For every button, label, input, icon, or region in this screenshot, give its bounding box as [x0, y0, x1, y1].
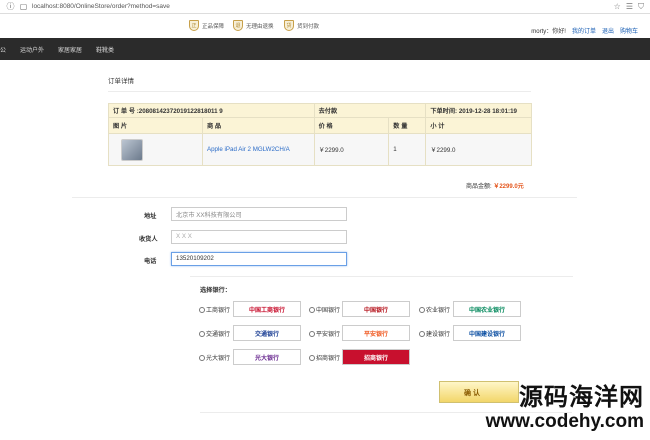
bank-section-title: 选择银行： — [200, 287, 231, 294]
bank-logo-ceb[interactable]: 光大银行 — [233, 349, 301, 365]
product-link[interactable]: Apple iPad Air 2 MGLW2CH/A — [207, 146, 290, 153]
amount-summary: 商品金额: ￥2299.0元 — [466, 181, 524, 190]
user-greeting: morty：你好! — [531, 29, 566, 35]
bank-logo-abc[interactable]: 中国农业银行 — [453, 301, 521, 317]
category-nav: 公 运动户外 家居家居 鞋靴类 — [0, 38, 650, 60]
item-qty: 1 — [388, 133, 427, 166]
page-icon: ▢ — [19, 2, 28, 11]
divider — [108, 91, 531, 92]
user-links: morty：你好! 我的订单 退出 购物车 — [531, 26, 638, 35]
reader-icon[interactable]: ☰ — [626, 2, 633, 11]
radio-button[interactable] — [309, 354, 315, 361]
logout-link[interactable]: 退出 — [602, 26, 614, 35]
bank-logo-boc[interactable]: 中国银行 — [342, 301, 410, 317]
order-number: 订 单 号 :20808142372019122818011 9 — [108, 103, 315, 118]
divider — [72, 197, 577, 198]
col-qty: 数 量 — [388, 117, 427, 134]
col-image: 图 片 — [108, 117, 203, 134]
watermark-line1: 源码海洋网 — [519, 384, 644, 411]
order-header-row: 订 单 号 :20808142372019122818011 9 去付款 下单时… — [108, 103, 532, 118]
col-product: 商 品 — [201, 117, 315, 134]
badge-cod: 货货到付款 — [284, 20, 319, 31]
browser-address-bar[interactable]: ⓘ ▢ localhost:8080/OnlineStore/order?met… — [0, 0, 650, 14]
top-bar: 正正品保障 退无理由退换 货货到付款 morty：你好! 我的订单 退出 购物车 — [0, 14, 650, 38]
bank-logo-ccb[interactable]: 中国建设银行 — [453, 325, 521, 341]
table-row: Apple iPad Air 2 MGLW2CH/A ￥2299.0 1 ￥22… — [108, 133, 532, 166]
shield-badge-icon: 退 — [233, 20, 243, 31]
radio-button[interactable] — [309, 306, 315, 313]
col-subtotal: 小 计 — [425, 117, 532, 134]
bank-option-cmb[interactable]: 招商银行 — [309, 353, 340, 362]
item-subtotal: ￥2299.0 — [425, 133, 532, 166]
bank-option-bocom[interactable]: 交通银行 — [199, 329, 230, 338]
badge-return: 退无理由退换 — [233, 20, 274, 31]
url-text[interactable]: localhost:8080/OnlineStore/order?method=… — [32, 3, 609, 10]
radio-button[interactable] — [199, 354, 205, 361]
page-title: 订单详情 — [108, 78, 134, 85]
shield-badge-icon: 货 — [284, 20, 294, 31]
divider — [190, 276, 573, 277]
receiver-label: 收货人 — [139, 236, 158, 243]
shield-badge-icon: 正 — [189, 20, 199, 31]
amount-label: 商品金额: — [466, 184, 492, 190]
bank-logo-cmb[interactable]: 招商银行 — [342, 349, 410, 365]
item-price: ￥2299.0 — [313, 133, 390, 166]
address-field[interactable]: 北京市 XX科技有限公司 — [171, 207, 347, 221]
my-orders-link[interactable]: 我的订单 — [572, 26, 596, 35]
info-icon[interactable]: ⓘ — [6, 2, 15, 11]
radio-button[interactable] — [309, 330, 315, 337]
amount-value: ￥2299.0元 — [493, 184, 524, 190]
bank-option-pingan[interactable]: 平安银行 — [309, 329, 340, 338]
radio-button[interactable] — [199, 306, 205, 313]
badge-genuine: 正正品保障 — [189, 20, 224, 31]
order-status: 去付款 — [313, 103, 427, 118]
col-price: 价 格 — [313, 117, 390, 134]
bank-option-ceb[interactable]: 光大银行 — [199, 353, 230, 362]
bank-logo-bocom[interactable]: 交通银行 — [233, 325, 301, 341]
nav-item[interactable]: 鞋靴类 — [96, 45, 114, 54]
cart-link[interactable]: 购物车 — [620, 26, 638, 35]
order-table: 订 单 号 :20808142372019122818011 9 去付款 下单时… — [108, 103, 532, 166]
bank-logo-pingan[interactable]: 平安银行 — [342, 325, 410, 341]
nav-item[interactable]: 运动户外 — [20, 45, 44, 54]
bank-option-ccb[interactable]: 建设银行 — [419, 329, 450, 338]
radio-button[interactable] — [419, 306, 425, 313]
bank-logo-icbc[interactable]: 中国工商银行 — [233, 301, 301, 317]
column-header-row: 图 片 商 品 价 格 数 量 小 计 — [108, 117, 532, 134]
product-thumbnail[interactable] — [121, 138, 143, 161]
nav-item[interactable]: 家居家居 — [58, 45, 82, 54]
radio-button[interactable] — [199, 330, 205, 337]
phone-label: 电话 — [144, 258, 157, 265]
nav-item[interactable]: 公 — [0, 45, 6, 54]
watermark: 源码海洋网 www.codehy.com — [454, 385, 650, 433]
bank-option-abc[interactable]: 农业银行 — [419, 305, 450, 314]
bank-option-icbc[interactable]: 工商银行 — [199, 305, 230, 314]
shield-icon[interactable]: ⛉ — [638, 2, 644, 12]
order-time: 下单时间: 2019-12-28 18:01:19 — [425, 103, 532, 118]
bookmark-star-icon[interactable]: ☆ — [614, 2, 621, 11]
radio-button[interactable] — [419, 330, 425, 337]
bank-option-boc[interactable]: 中国银行 — [309, 305, 340, 314]
address-label: 地址 — [144, 213, 157, 220]
receiver-field[interactable]: X X X — [171, 230, 347, 244]
watermark-line2: www.codehy.com — [485, 411, 644, 432]
phone-field[interactable]: 13520109202 — [171, 252, 347, 266]
